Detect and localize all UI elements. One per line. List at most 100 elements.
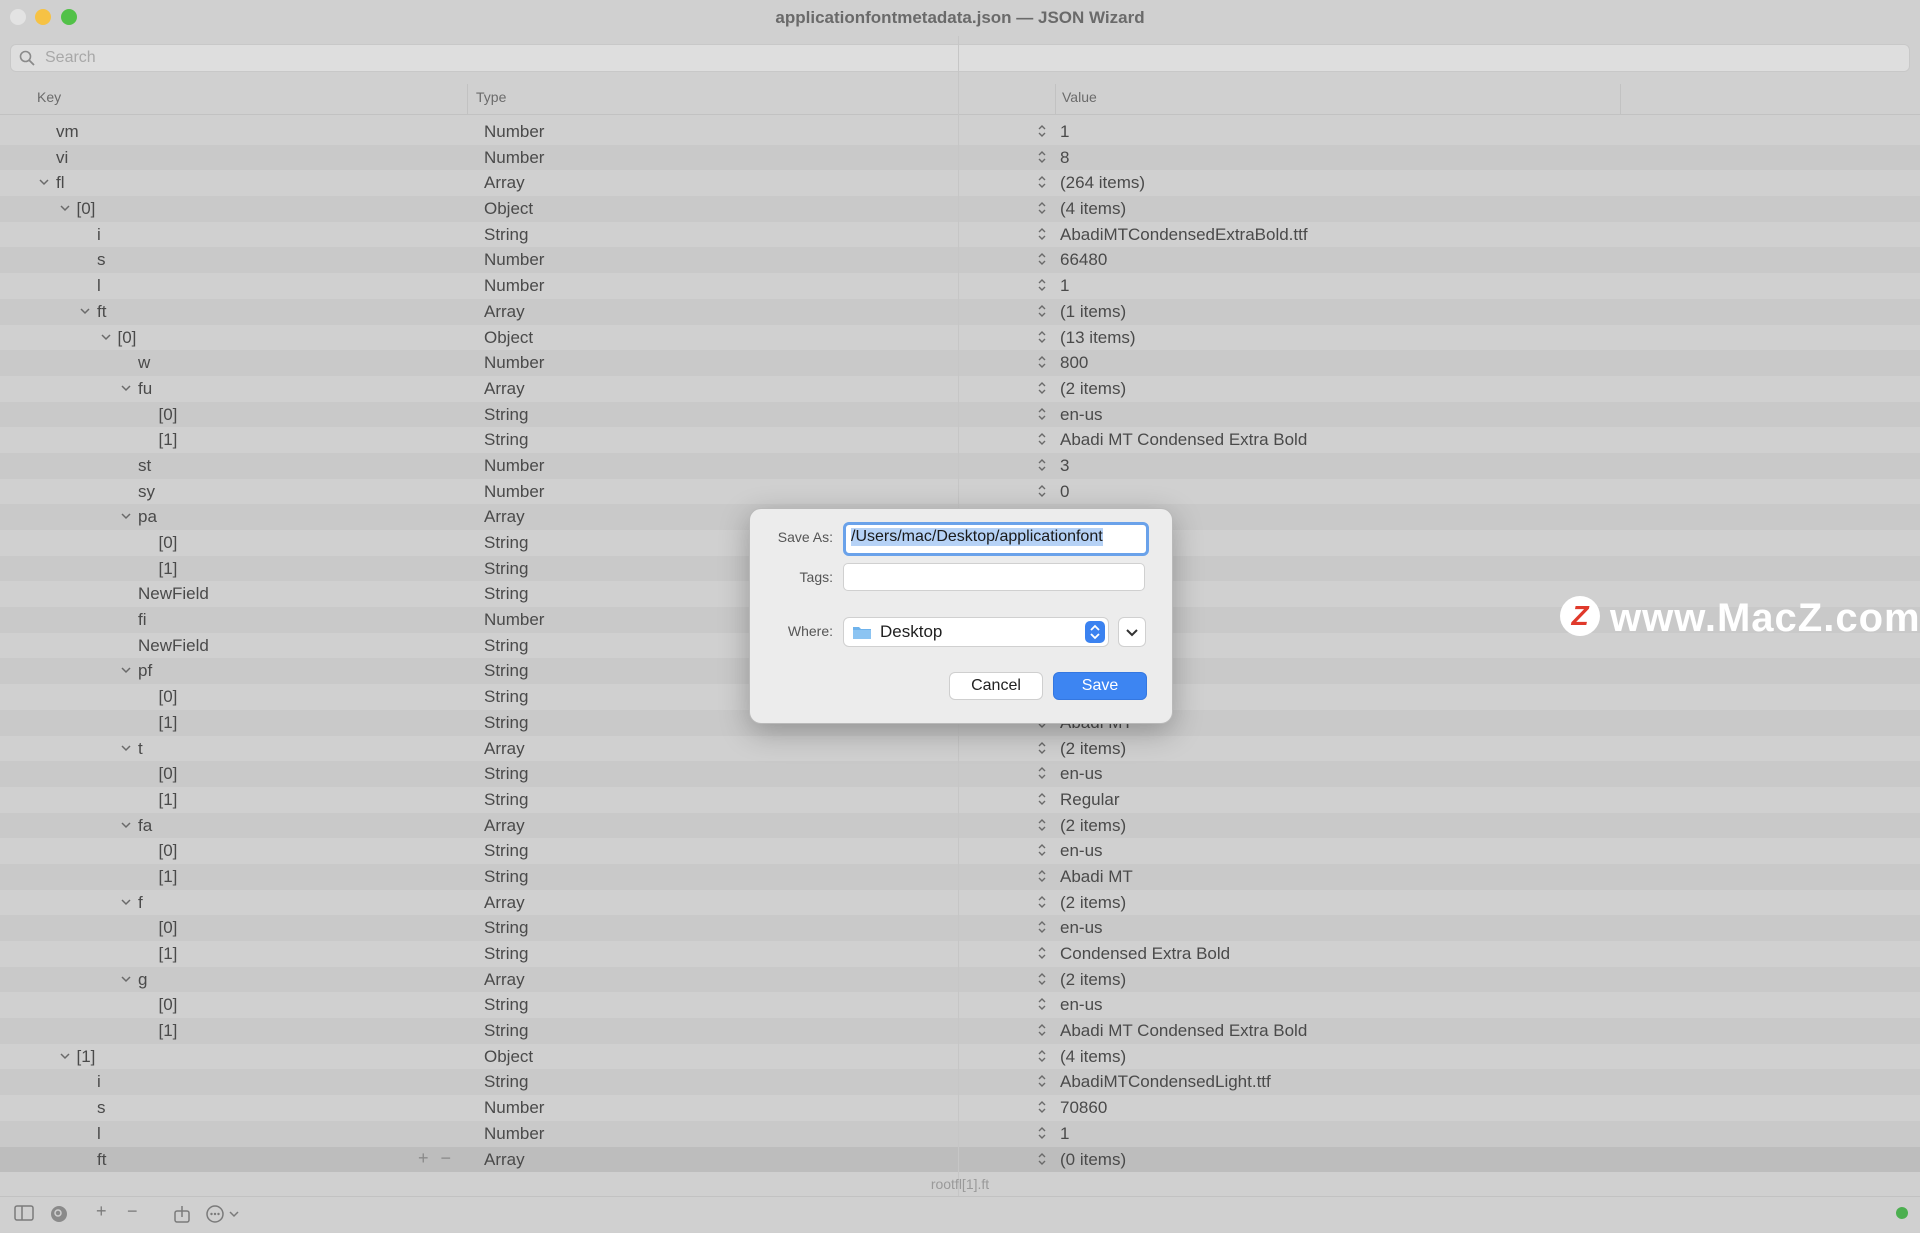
tree-row[interactable]: l Number 1 [0,1120,1920,1147]
column-key-header[interactable]: Key [37,89,61,105]
row-key[interactable]: [0] [159,841,178,861]
updown-chevron-icon[interactable] [1037,225,1047,243]
tree-row[interactable]: [0] String en-us [0,915,1920,941]
tree-row[interactable]: s Number 66480 [0,247,1920,274]
updown-chevron-icon[interactable] [1037,1047,1047,1065]
updown-chevron-icon[interactable] [1037,430,1047,448]
updown-chevron-icon[interactable] [1037,405,1047,423]
row-key[interactable]: fu [138,379,152,399]
row-type[interactable]: String [484,636,528,656]
row-value[interactable]: 70860 [1060,1098,1107,1118]
tree-row[interactable]: st Number 3 [0,452,1920,479]
updown-chevron-icon[interactable] [1037,148,1047,166]
tree-row[interactable]: [1] String Abadi MT Condensed Extra Bold [0,1018,1920,1044]
row-type[interactable]: String [484,995,528,1015]
row-type[interactable]: Array [484,302,525,322]
row-key[interactable]: w [138,353,150,373]
row-value[interactable]: en-us [1060,405,1103,425]
row-key[interactable]: l [97,276,101,296]
row-type[interactable]: String [484,867,528,887]
disclosure-chevron-icon[interactable] [120,893,132,914]
row-key[interactable]: s [97,250,106,270]
updown-chevron-icon[interactable] [1037,841,1047,859]
updown-chevron-icon[interactable] [1037,250,1047,268]
disclosure-chevron-icon[interactable] [79,302,91,323]
row-value[interactable]: Abadi MT Condensed Extra Bold [1060,430,1307,450]
tree-row[interactable]: i String AbadiMTCondensedLight.ttf [0,1069,1920,1096]
row-key[interactable]: ft [97,302,106,322]
tree-row[interactable]: vi Number 8 [0,144,1920,171]
row-value[interactable]: (2 items) [1060,739,1126,759]
row-value[interactable]: en-us [1060,764,1103,784]
cancel-button[interactable]: Cancel [949,672,1043,700]
row-key[interactable]: [1] [159,867,178,887]
updown-chevron-icon[interactable] [1037,482,1047,500]
disclosure-chevron-icon[interactable] [38,173,50,194]
row-type[interactable]: Array [484,739,525,759]
row-value[interactable]: AbadiMTCondensedExtraBold.ttf [1060,225,1308,245]
row-key[interactable]: [0] [159,764,178,784]
updown-chevron-icon[interactable] [1037,173,1047,191]
disclosure-chevron-icon[interactable] [120,379,132,400]
row-key[interactable]: [1] [159,559,178,579]
row-type[interactable]: Number [484,276,544,296]
row-key[interactable]: [1] [159,713,178,733]
row-type[interactable]: Number [484,122,544,142]
row-type[interactable]: String [484,661,528,681]
row-type[interactable]: Array [484,507,525,527]
updown-chevron-icon[interactable] [1037,1124,1047,1142]
more-options-icon[interactable] [206,1205,242,1228]
row-type[interactable]: String [484,1072,528,1092]
row-value[interactable]: Condensed Extra Bold [1060,944,1230,964]
row-type[interactable]: Array [484,816,525,836]
row-value[interactable]: (2 items) [1060,970,1126,990]
row-value[interactable]: AbadiMTCondensedLight.ttf [1060,1072,1271,1092]
row-type[interactable]: String [484,405,528,425]
row-add-button[interactable]: + [418,1148,429,1168]
row-type[interactable]: String [484,225,528,245]
updown-chevron-icon[interactable] [1037,122,1047,140]
row-value[interactable]: (1 items) [1060,302,1126,322]
updown-chevron-icon[interactable] [1037,1021,1047,1039]
row-type[interactable]: String [484,1021,528,1041]
row-key[interactable]: vm [56,122,79,142]
column-divider[interactable] [467,84,468,114]
updown-chevron-icon[interactable] [1037,379,1047,397]
column-type-header[interactable]: Type [476,89,506,105]
tree-row[interactable]: [1] String Abadi MT [0,863,1920,890]
tree-row[interactable]: ft + − Array (0 items) [0,1146,1920,1173]
row-remove-button[interactable]: − [441,1148,452,1168]
column-divider[interactable] [1620,84,1621,114]
row-value[interactable]: (0 items) [1060,1150,1126,1170]
row-type[interactable]: String [484,687,528,707]
disclosure-chevron-icon[interactable] [59,199,71,220]
updown-chevron-icon[interactable] [1037,816,1047,834]
row-type[interactable]: Object [484,328,533,348]
save-as-field[interactable]: /Users/mac/Desktop/applicationfont [843,522,1149,556]
updown-chevron-icon[interactable] [1037,328,1047,346]
inspector-icon[interactable] [50,1205,68,1228]
row-type[interactable]: String [484,918,528,938]
row-key[interactable]: [0] [77,199,96,219]
tree-row[interactable]: fu Array (2 items) [0,376,1920,402]
tree-row[interactable]: ft Array (1 items) [0,298,1920,325]
expand-dialog-button[interactable] [1118,617,1146,647]
tree-row[interactable]: [0] String en-us [0,401,1920,428]
row-value[interactable]: (4 items) [1060,199,1126,219]
row-type[interactable]: String [484,944,528,964]
row-type[interactable]: String [484,533,528,553]
row-key[interactable]: vi [56,148,68,168]
disclosure-chevron-icon[interactable] [59,1047,71,1068]
updown-chevron-icon[interactable] [1037,353,1047,371]
row-value[interactable]: 1 [1060,276,1069,296]
row-value[interactable]: Abadi MT [1060,867,1133,887]
updown-chevron-icon[interactable] [1037,199,1047,217]
sidebar-toggle-icon[interactable] [14,1205,34,1226]
row-key[interactable]: i [97,225,101,245]
updown-chevron-icon[interactable] [1037,276,1047,294]
row-value[interactable]: 8 [1060,148,1069,168]
row-key[interactable]: [1] [159,430,178,450]
row-value[interactable]: Regular [1060,790,1120,810]
updown-chevron-icon[interactable] [1037,867,1047,885]
row-key[interactable]: st [138,456,151,476]
